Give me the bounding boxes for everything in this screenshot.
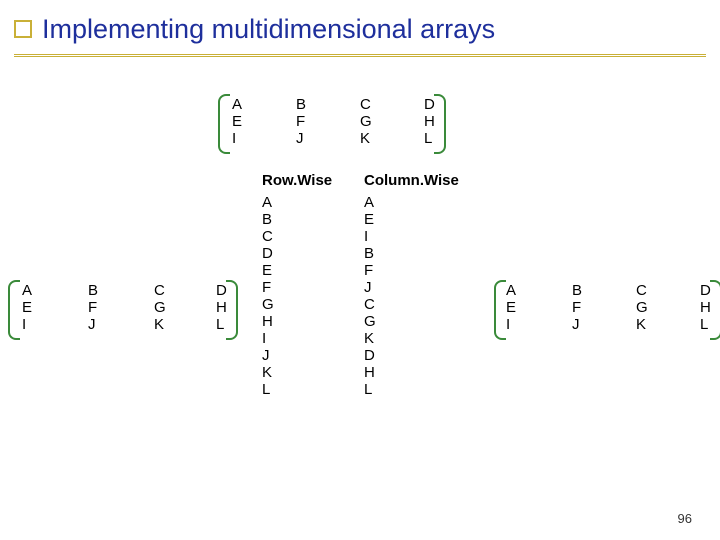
- left-matrix-col-2: C G K: [154, 282, 166, 333]
- title-row: Implementing multidimensional arrays: [14, 18, 706, 58]
- top-matrix-left-bracket: [218, 94, 230, 154]
- colwise-list: A E I B F J C G K D H L: [364, 194, 376, 398]
- top-matrix-right-bracket: [434, 94, 446, 154]
- left-matrix-left-bracket: [8, 280, 20, 340]
- rowwise-list: A B C D E F G H I J K L: [262, 194, 274, 398]
- right-matrix-right-bracket: [710, 280, 720, 340]
- right-matrix-col-0: A E I: [506, 282, 516, 333]
- top-matrix-col-0: A E I: [232, 96, 242, 147]
- slide-title: Implementing multidimensional arrays: [42, 14, 495, 45]
- title-underline: [14, 54, 706, 57]
- colwise-header: Column.Wise: [364, 172, 459, 189]
- title-bullet-box: [14, 20, 32, 38]
- rowwise-header: Row.Wise: [262, 172, 332, 189]
- right-matrix-col-3: D H L: [700, 282, 711, 333]
- left-matrix-col-1: B F J: [88, 282, 98, 333]
- left-matrix-right-bracket: [226, 280, 238, 340]
- top-matrix-col-3: D H L: [424, 96, 435, 147]
- right-matrix-col-1: B F J: [572, 282, 582, 333]
- page-number: 96: [678, 511, 692, 526]
- left-matrix-col-3: D H L: [216, 282, 227, 333]
- right-matrix-left-bracket: [494, 280, 506, 340]
- top-matrix-col-1: B F J: [296, 96, 306, 147]
- top-matrix-col-2: C G K: [360, 96, 372, 147]
- left-matrix-col-0: A E I: [22, 282, 32, 333]
- right-matrix-col-2: C G K: [636, 282, 648, 333]
